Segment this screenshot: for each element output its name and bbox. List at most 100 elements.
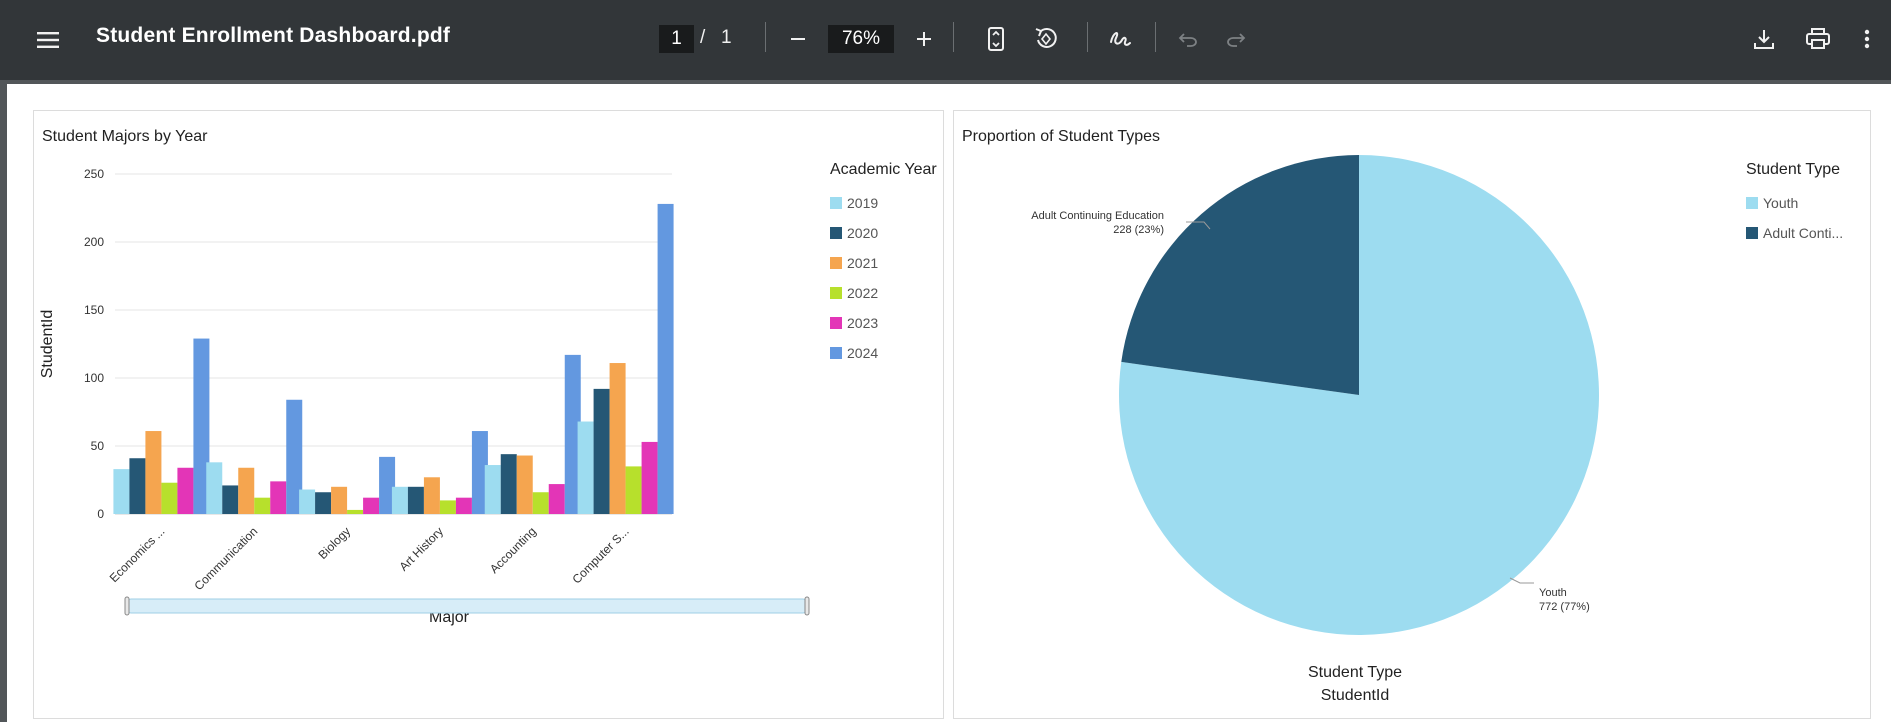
bar[interactable] — [299, 489, 316, 514]
bar-legend-item[interactable]: 2020 — [830, 225, 878, 241]
toolbar-divider — [1087, 22, 1088, 52]
bar[interactable] — [113, 469, 130, 514]
legend-label: Youth — [1763, 195, 1799, 211]
zoom-in-icon — [917, 32, 931, 46]
range-slider-handle-left[interactable] — [124, 596, 130, 616]
print-icon — [1806, 28, 1830, 49]
x-tick-label: Biology — [315, 524, 353, 562]
legend-label: 2020 — [847, 225, 879, 241]
bar[interactable] — [423, 477, 440, 514]
bar[interactable] — [516, 455, 533, 514]
bar-legend-item[interactable]: 2024 — [830, 345, 878, 361]
bar[interactable] — [270, 481, 287, 514]
menu-button[interactable] — [30, 22, 66, 58]
zoom-input[interactable]: 76% — [828, 25, 894, 53]
more-icon — [1864, 29, 1870, 49]
pie-slice-value: 228 (23%) — [1113, 224, 1164, 236]
bar[interactable] — [254, 497, 271, 514]
bar[interactable] — [347, 509, 364, 514]
toolbar-divider — [953, 22, 954, 52]
legend-label: 2021 — [847, 255, 879, 271]
toolbar-divider — [765, 22, 766, 52]
toolbar-divider — [1155, 22, 1156, 52]
print-button[interactable] — [1800, 22, 1836, 56]
bar[interactable] — [145, 431, 162, 514]
legend-label: 2023 — [847, 315, 879, 331]
undo-button[interactable] — [1173, 24, 1203, 54]
legend-swatch — [830, 197, 842, 209]
bar[interactable] — [161, 482, 178, 514]
y-tick-label: 250 — [84, 167, 104, 181]
bar[interactable] — [391, 486, 408, 514]
page-total: 1 — [721, 27, 732, 48]
bar-legend-item[interactable]: 2022 — [830, 285, 878, 301]
y-tick-label: 50 — [91, 439, 105, 453]
bar[interactable] — [177, 467, 194, 514]
bar[interactable] — [593, 388, 610, 514]
document-title: Student Enrollment Dashboard.pdf — [96, 24, 451, 47]
pie-chart-panel: Proportion of Student Types Adult Contin… — [953, 110, 1871, 719]
pie-slice-label: Adult Continuing Education — [1031, 210, 1164, 222]
x-tick-label: Economics ... — [107, 524, 168, 585]
bar[interactable] — [625, 466, 642, 514]
bar[interactable] — [206, 462, 223, 514]
draw-button[interactable] — [1103, 22, 1137, 56]
draw-icon — [1110, 32, 1131, 46]
more-options-button[interactable] — [1857, 24, 1877, 54]
download-button[interactable] — [1747, 22, 1781, 56]
range-slider[interactable] — [126, 598, 808, 614]
legend-label: 2024 — [847, 345, 879, 361]
y-axis-title: StudentId — [39, 310, 56, 379]
bar-legend-item[interactable]: 2019 — [830, 195, 878, 211]
bar[interactable] — [657, 203, 674, 515]
bar[interactable] — [315, 492, 332, 514]
bar-legend-item[interactable]: 2023 — [830, 315, 878, 331]
range-slider-handle-right[interactable] — [804, 596, 810, 616]
bar[interactable] — [455, 497, 472, 514]
pie-legend-item[interactable]: Youth — [1746, 195, 1798, 211]
bar[interactable] — [532, 492, 549, 514]
pie-chart: Adult Continuing Education 228 (23%) Youth… — [1031, 154, 1599, 704]
pie-footer-title: Student Type — [1308, 664, 1402, 681]
y-tick-label: 0 — [97, 507, 104, 521]
fit-page-button[interactable] — [981, 22, 1011, 56]
zoom-out-button[interactable] — [783, 24, 813, 54]
bar[interactable] — [222, 485, 239, 514]
bar[interactable] — [500, 454, 517, 514]
bar[interactable] — [577, 421, 594, 514]
rotate-button[interactable] — [1029, 22, 1063, 56]
pie-legend-item[interactable]: Adult Conti... — [1746, 225, 1843, 241]
legend-swatch — [830, 227, 842, 239]
bar[interactable] — [548, 484, 565, 514]
bar-chart-panel: Student Majors by Year 0 50 100 150 200 250 Ec… — [33, 110, 944, 719]
redo-button[interactable] — [1221, 24, 1251, 54]
y-tick-label: 200 — [84, 235, 104, 249]
bar[interactable] — [484, 465, 501, 514]
legend-swatch — [830, 257, 842, 269]
x-tick-label: Art History — [397, 524, 447, 574]
leader-line — [1509, 577, 1534, 584]
bar[interactable] — [641, 441, 658, 514]
x-tick-label: Accounting — [487, 524, 539, 576]
bar[interactable] — [439, 500, 456, 514]
bar[interactable] — [363, 497, 380, 514]
bar-legend-item[interactable]: 2021 — [830, 255, 878, 271]
pie-slice[interactable] — [1121, 154, 1359, 395]
download-icon — [1754, 30, 1774, 49]
legend-swatch — [1746, 197, 1758, 209]
legend-swatch — [830, 317, 842, 329]
bar[interactable] — [238, 467, 255, 514]
pie-slice-label: Youth — [1539, 587, 1567, 599]
bar-chart: 0 50 100 150 200 250 Economics ... Communicatio… — [39, 167, 810, 626]
bar[interactable] — [609, 363, 626, 514]
menu-icon — [37, 32, 59, 48]
x-tick-label: Computer S... — [569, 524, 631, 586]
bar[interactable] — [407, 486, 424, 514]
bar[interactable] — [129, 458, 146, 514]
zoom-in-button[interactable] — [909, 24, 939, 54]
y-tick-label: 150 — [84, 303, 104, 317]
legend-label: 2019 — [847, 195, 879, 211]
y-tick-label: 100 — [84, 371, 104, 385]
bar[interactable] — [331, 486, 348, 514]
page-number-input[interactable]: 1 — [659, 25, 694, 53]
